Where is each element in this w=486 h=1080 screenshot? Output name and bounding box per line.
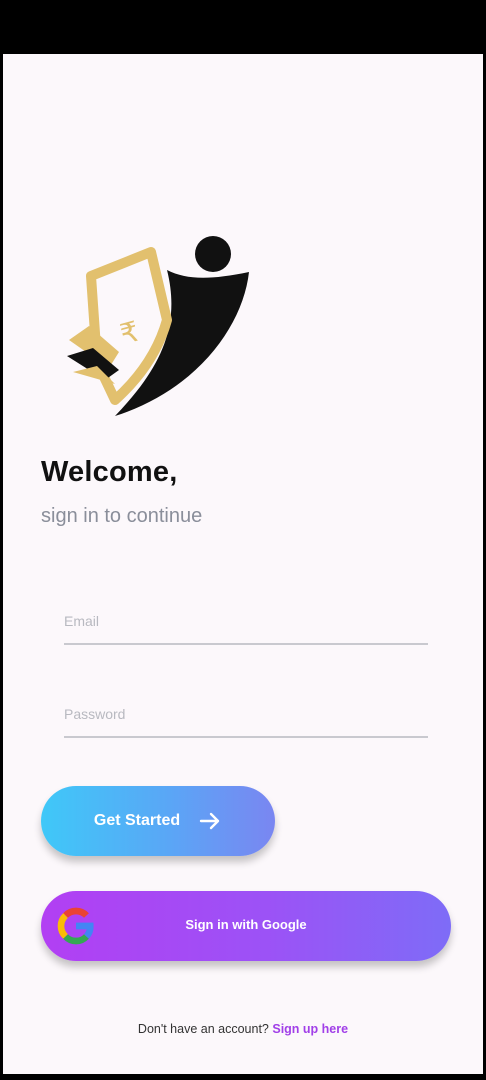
signup-prompt-text: Don't have an account? — [137, 1022, 269, 1036]
welcome-title: Welcome, — [41, 456, 178, 488]
password-field[interactable] — [64, 692, 428, 738]
svg-text:₹: ₹ — [117, 315, 143, 351]
signup-prompt: Don't have an account? Sign up here — [3, 1022, 483, 1036]
google-sign-in-label: Sign in with Google — [185, 917, 307, 932]
get-started-button[interactable]: Get Started — [41, 786, 275, 856]
google-sign-in-button[interactable]: Sign in with Google — [41, 891, 451, 961]
app-logo: ₹ — [67, 236, 249, 416]
welcome-subtitle: sign in to continue — [41, 505, 203, 527]
get-started-label: Get Started — [93, 812, 181, 829]
arrow-right-icon — [199, 812, 220, 830]
sign-up-link[interactable]: Sign up here — [272, 1022, 348, 1036]
screen: ₹ Welcome, sign in to continue Get Start… — [0, 0, 486, 1080]
email-field[interactable] — [64, 599, 428, 645]
sign-in-screen: ₹ Welcome, sign in to continue Get Start… — [3, 54, 483, 1074]
